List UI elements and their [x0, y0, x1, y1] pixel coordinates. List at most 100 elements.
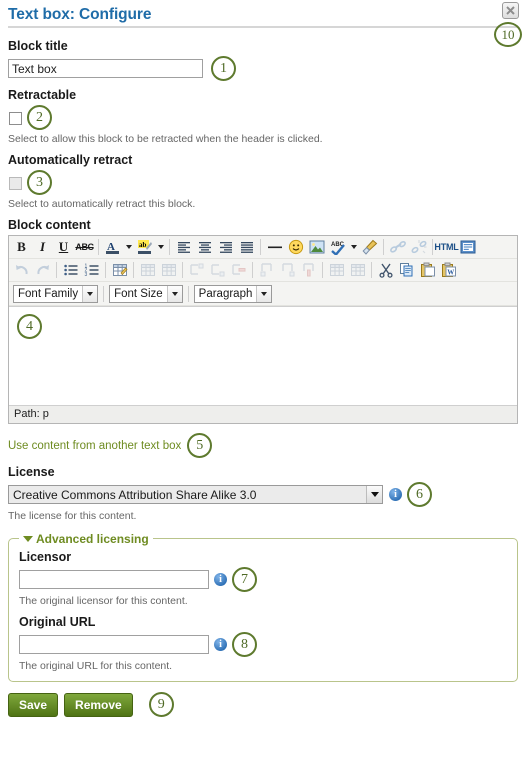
retractable-label: Retractable — [8, 88, 77, 102]
license-select[interactable]: Creative Commons Attribution Share Alike… — [8, 485, 383, 504]
svg-text:3: 3 — [84, 272, 87, 278]
title-divider — [8, 26, 518, 28]
editor-path-bar: Path: p — [9, 405, 517, 423]
licensor-help: The original licensor for this content. — [19, 595, 188, 607]
align-right-icon[interactable] — [215, 237, 236, 257]
paste-from-word-icon[interactable]: W — [438, 260, 459, 280]
align-center-icon[interactable] — [194, 237, 215, 257]
editor-toolbar-row-3: Font Family Font Size Paragraph — [9, 282, 517, 306]
save-button[interactable]: Save — [8, 692, 59, 717]
emoticon-icon[interactable] — [285, 237, 306, 257]
toolbar-separator — [252, 262, 253, 278]
step-marker-8: 8 — [232, 632, 257, 657]
use-content-link[interactable]: Use content from another text box — [8, 440, 181, 452]
svg-text:ab: ab — [139, 241, 147, 249]
chevron-down-icon — [366, 486, 382, 503]
auto-retract-row: 3 — [8, 170, 518, 195]
advanced-licensing-fieldset: Advanced licensing Licensor i 7 The orig… — [8, 531, 518, 682]
chevron-down-icon[interactable] — [348, 237, 359, 257]
merge-cells-icon[interactable] — [347, 260, 368, 280]
step-marker-10: 10 — [494, 22, 522, 47]
toolbar-separator — [322, 262, 323, 278]
fullscreen-icon[interactable] — [457, 237, 478, 257]
insert-row-before-icon[interactable] — [186, 260, 207, 280]
step-marker-1: 1 — [211, 56, 236, 81]
split-cells-icon[interactable] — [326, 260, 347, 280]
auto-retract-label: Automatically retract — [8, 153, 133, 167]
auto-retract-checkbox[interactable] — [9, 177, 22, 190]
wysiwyg-editor: B I U ABC Aab ABC HTML 123W Font Family Font S… — [8, 235, 518, 424]
license-label: License — [8, 465, 55, 479]
retractable-checkbox[interactable] — [9, 112, 22, 125]
original-url-label: Original URL — [19, 615, 96, 629]
step-marker-6: 6 — [407, 482, 432, 507]
toolbar-separator — [383, 239, 384, 255]
remove-formatting-icon[interactable] — [359, 237, 380, 257]
cut-icon[interactable] — [375, 260, 396, 280]
svg-text:W: W — [447, 269, 454, 277]
toolbar-separator — [371, 262, 372, 278]
licensor-info-icon[interactable]: i — [214, 573, 227, 586]
font-family-value: Font Family — [18, 287, 79, 300]
numbered-list-icon[interactable]: 123 — [81, 260, 102, 280]
original-url-info-icon[interactable]: i — [214, 638, 227, 651]
editor-content-area[interactable]: 4 — [9, 306, 517, 405]
licensor-input[interactable] — [19, 570, 209, 589]
paste-icon[interactable] — [417, 260, 438, 280]
original-url-input[interactable] — [19, 635, 209, 654]
insert-column-before-icon[interactable] — [256, 260, 277, 280]
chevron-down-icon[interactable] — [123, 237, 134, 257]
spellcheck-icon[interactable]: ABC — [327, 237, 348, 257]
bullet-list-icon[interactable] — [60, 260, 81, 280]
toolbar-separator — [56, 262, 57, 278]
font-family-select[interactable]: Font Family — [13, 284, 99, 303]
undo-icon[interactable] — [11, 260, 32, 280]
redo-icon[interactable] — [32, 260, 53, 280]
align-left-icon[interactable] — [173, 237, 194, 257]
close-button[interactable] — [502, 2, 519, 19]
block-title-input[interactable] — [8, 59, 203, 78]
chevron-down-icon — [166, 285, 182, 302]
underline-icon[interactable]: U — [53, 237, 74, 257]
insert-link-icon[interactable] — [387, 237, 408, 257]
delete-row-icon[interactable] — [228, 260, 249, 280]
italic-icon[interactable]: I — [32, 237, 53, 257]
remove-button[interactable]: Remove — [64, 692, 133, 717]
insert-image-icon[interactable] — [306, 237, 327, 257]
advanced-licensing-legend[interactable]: Advanced licensing — [19, 531, 153, 546]
page-title: Text box: Configure — [8, 6, 152, 23]
unlink-icon[interactable] — [408, 237, 429, 257]
insert-table-icon[interactable] — [109, 260, 130, 280]
chevron-down-icon — [82, 285, 98, 302]
html-source-icon[interactable]: HTML — [434, 237, 458, 257]
align-justify-icon[interactable] — [236, 237, 257, 257]
license-help: The license for this content. — [8, 510, 137, 522]
strikethrough-icon[interactable]: ABC — [74, 237, 95, 257]
step-marker-9: 9 — [148, 692, 174, 717]
paragraph-format-value: Paragraph — [198, 287, 253, 300]
configure-form: Block title 1 Retractable 2 Select to al… — [0, 39, 526, 717]
highlight-color-icon[interactable]: ab — [134, 237, 155, 257]
table-row-properties-icon[interactable] — [137, 260, 158, 280]
paragraph-format-select[interactable]: Paragraph — [193, 284, 273, 303]
toolbar-separator — [98, 239, 99, 255]
step-marker-3: 3 — [27, 170, 52, 195]
editor-toolbar-row-2: 123 W — [9, 259, 517, 282]
dialog-header: Text box: Configure 10 — [0, 0, 526, 47]
horizontal-rule-icon[interactable] — [264, 237, 285, 257]
block-title-label: Block title — [8, 39, 68, 53]
delete-column-icon[interactable] — [298, 260, 319, 280]
insert-column-after-icon[interactable] — [277, 260, 298, 280]
table-cell-properties-icon[interactable] — [158, 260, 179, 280]
license-info-icon[interactable]: i — [389, 488, 402, 501]
toolbar-separator — [133, 262, 134, 278]
font-size-select[interactable]: Font Size — [109, 284, 183, 303]
bold-icon[interactable]: B — [11, 237, 32, 257]
insert-row-after-icon[interactable] — [207, 260, 228, 280]
close-icon — [506, 6, 515, 15]
original-url-row: i 8 — [19, 632, 507, 657]
copy-icon[interactable] — [396, 260, 417, 280]
chevron-down-icon — [256, 285, 272, 302]
text-color-icon[interactable]: A — [102, 237, 123, 257]
chevron-down-icon[interactable] — [155, 237, 166, 257]
